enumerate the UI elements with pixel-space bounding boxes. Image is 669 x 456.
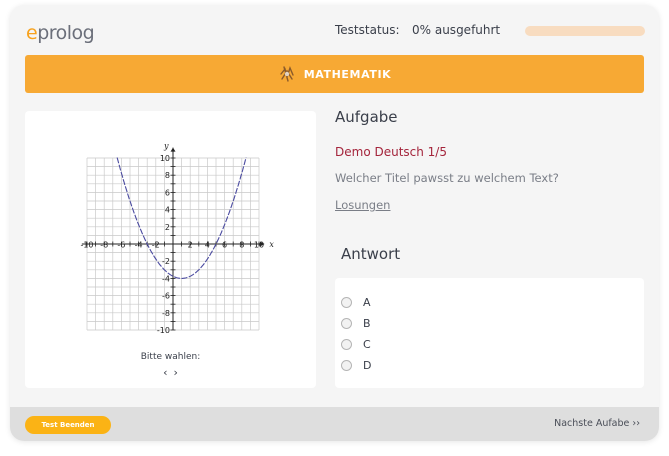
answer-option-a[interactable]: A — [335, 292, 644, 313]
x-tick-label: -8 — [100, 241, 108, 250]
y-axis-arrow — [170, 147, 176, 152]
y-axis-label: y — [163, 142, 169, 151]
answer-label: C — [363, 338, 371, 351]
task-title: Demo Deutsch 1/5 — [335, 145, 447, 159]
image-selector: ‹ › — [25, 366, 316, 379]
y-tick-label: 2 — [165, 223, 170, 232]
x-axis-label: x — [269, 240, 274, 249]
progress-bar — [525, 26, 645, 36]
y-tick-label: 10 — [160, 154, 170, 163]
math-scribble-icon — [280, 66, 294, 82]
chevron-left-icon[interactable]: ‹ — [160, 366, 170, 379]
x-tick-label: 4 — [205, 241, 210, 250]
teststatus-label: Teststatus: — [335, 23, 400, 37]
x-tick-label: -6 — [117, 241, 125, 250]
radio-b[interactable] — [341, 318, 352, 329]
x-tick-label: -2 — [152, 241, 160, 250]
radio-d[interactable] — [341, 360, 352, 371]
x-tick-label: -4 — [135, 241, 143, 250]
radio-c[interactable] — [341, 339, 352, 350]
x-tick-label: 8 — [239, 241, 244, 250]
y-tick-label: -8 — [162, 309, 170, 318]
next-task-link[interactable]: Nachste Aufabe ›› — [554, 418, 640, 429]
footer-bar: Test Beenden Nachste Aufabe ›› — [10, 407, 659, 441]
answer-label: A — [363, 296, 371, 309]
graph-panel: -10 -8 -6 -4 -2 2 4 6 8 10 10 8 6 4 2 -2 -4 -6 -8 -10 x y Bit… — [25, 111, 316, 388]
end-test-button[interactable]: Test Beenden — [25, 416, 111, 434]
teststatus-value: 0% ausgefuhrt — [412, 23, 501, 37]
parabola-graph: -10 -8 -6 -4 -2 2 4 6 8 10 10 8 6 4 2 -2 -4 -6 -8 -10 x y — [80, 142, 274, 335]
y-tick-label: 6 — [165, 188, 170, 197]
task-question: Welcher Titel pawsst zu welchem Text? — [335, 171, 559, 185]
radio-a[interactable] — [341, 297, 352, 308]
x-tick-label: 2 — [188, 241, 193, 250]
answer-label: D — [363, 359, 372, 372]
eprolog-logo[interactable]: eprolog — [26, 22, 95, 44]
y-tick-label: 4 — [165, 206, 170, 215]
answer-label: B — [363, 317, 371, 330]
y-tick-label: -10 — [157, 326, 170, 335]
solutions-link[interactable]: Losungen — [335, 198, 390, 212]
test-card: eprolog Teststatus: 0% ausgefuhrt MATHEM… — [10, 5, 659, 441]
y-tick-label: 8 — [165, 171, 170, 180]
y-tick-label: -4 — [162, 274, 170, 283]
selector-label: Bitte wahlen: — [140, 352, 201, 362]
x-tick-label: 10 — [254, 241, 264, 250]
answer-options: A B C D — [335, 278, 644, 388]
chevron-right-icon[interactable]: › — [171, 366, 181, 379]
aufgabe-heading: Aufgabe — [335, 108, 398, 126]
answer-option-c[interactable]: C — [335, 334, 644, 355]
antwort-heading: Antwort — [341, 245, 401, 263]
x-tick-label: -10 — [80, 241, 93, 250]
answer-option-b[interactable]: B — [335, 313, 644, 334]
answer-option-d[interactable]: D — [335, 355, 644, 376]
y-tick-label: -6 — [162, 292, 170, 301]
y-tick-label: -2 — [162, 257, 170, 266]
x-tick-label: 6 — [222, 241, 227, 250]
subject-label: MATHEMATIK — [303, 67, 392, 81]
subject-bar: MATHEMATIK — [25, 55, 644, 93]
